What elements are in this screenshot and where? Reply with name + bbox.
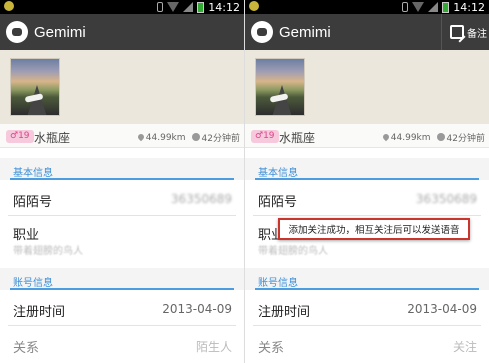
relation-label: 关系 xyxy=(258,341,285,356)
battery-icon xyxy=(197,1,205,13)
bluetooth-icon xyxy=(402,2,409,12)
signal-icon xyxy=(183,2,194,12)
clock-icon xyxy=(436,133,445,141)
app-title: Gemimi xyxy=(34,24,86,41)
toast-text: 添加关注成功，相互关注后可以发送语音 xyxy=(288,225,460,236)
battery-icon xyxy=(442,1,450,13)
section-account-info: 账号信息 xyxy=(0,268,244,290)
section-account-title: 账号信息 xyxy=(13,278,53,289)
row-relation: 关系 陌生人 xyxy=(0,328,244,362)
row-momo-id: 陌陌号 36350689 xyxy=(245,182,489,216)
row-register-time: 注册时间 2013-04-09 xyxy=(245,292,489,326)
app-logo-icon[interactable] xyxy=(6,21,28,43)
distance: 44.99km xyxy=(145,132,186,143)
app-title: Gemimi xyxy=(279,24,331,41)
status-time: 14:12 xyxy=(208,0,240,14)
distance: 44.99km xyxy=(390,132,431,143)
right-screen: 14:12 Gemimi 备注 ♂19 水瓶座 44.99km 42分钟前 基本… xyxy=(245,0,489,363)
row-job: 职业 带着翅膀的鸟人 xyxy=(0,216,244,260)
age-badge: ♂19 xyxy=(6,130,34,143)
job-label: 职业 xyxy=(13,228,40,243)
profile-details: 基本信息 陌陌号 36350689 职业 带着翅膀的鸟人 账号信息 注册时间 2… xyxy=(0,148,244,363)
job-value: 带着翅膀的鸟人 xyxy=(13,246,83,257)
register-time-value: 2013-04-09 xyxy=(407,302,477,316)
profile-photo[interactable] xyxy=(10,58,60,116)
app-bar: Gemimi xyxy=(0,14,244,50)
app-logo-icon[interactable] xyxy=(251,21,273,43)
register-time-value: 2013-04-09 xyxy=(162,302,232,316)
note-edit-icon xyxy=(450,25,464,39)
register-time-label: 注册时间 xyxy=(258,305,311,320)
bluetooth-icon xyxy=(157,2,164,12)
signal-icon xyxy=(428,2,439,12)
section-basic-title: 基本信息 xyxy=(258,168,298,179)
profile-meta: ♂19 水瓶座 44.99km 42分钟前 xyxy=(245,124,489,148)
last-seen: 42分钟前 xyxy=(201,134,240,144)
section-basic-title: 基本信息 xyxy=(13,168,53,179)
momo-id-value: 36350689 xyxy=(170,192,232,206)
note-label: 备注 xyxy=(467,28,487,40)
app-notification-icon xyxy=(4,1,14,11)
section-account-info: 账号信息 xyxy=(245,268,489,290)
photo-area xyxy=(0,50,244,124)
relation-label: 关系 xyxy=(13,341,40,356)
photo-area xyxy=(245,50,489,124)
section-account-title: 账号信息 xyxy=(258,278,298,289)
app-bar: Gemimi 备注 xyxy=(245,14,489,50)
job-value: 带着翅膀的鸟人 xyxy=(258,246,328,257)
last-seen: 42分钟前 xyxy=(446,134,485,144)
profile-meta: ♂19 水瓶座 44.99km 42分钟前 xyxy=(0,124,244,148)
note-button[interactable]: 备注 xyxy=(441,14,489,50)
row-momo-id: 陌陌号 36350689 xyxy=(0,182,244,216)
location-icon xyxy=(136,132,146,141)
status-bar: 14:12 xyxy=(245,0,489,14)
app-notification-icon xyxy=(249,1,259,11)
profile-details: 基本信息 陌陌号 36350689 职业 带着翅膀的鸟人 账号信息 注册时间 2… xyxy=(245,148,489,363)
zodiac-label: 水瓶座 xyxy=(34,131,71,145)
register-time-label: 注册时间 xyxy=(13,305,66,320)
profile-photo[interactable] xyxy=(255,58,305,116)
momo-id-label: 陌陌号 xyxy=(258,195,298,210)
status-bar: 14:12 xyxy=(0,0,244,14)
wifi-icon xyxy=(412,2,425,12)
location-icon xyxy=(381,132,391,141)
zodiac-label: 水瓶座 xyxy=(279,131,316,145)
row-register-time: 注册时间 2013-04-09 xyxy=(0,292,244,326)
age-badge: ♂19 xyxy=(251,130,279,143)
follow-success-toast: 添加关注成功，相互关注后可以发送语音 xyxy=(278,218,470,240)
left-screen: 14:12 Gemimi ♂19 水瓶座 44.99km 42分钟前 基本信息 … xyxy=(0,0,244,363)
status-time: 14:12 xyxy=(453,0,485,14)
relation-value: 陌生人 xyxy=(195,340,232,354)
momo-id-label: 陌陌号 xyxy=(13,195,53,210)
section-basic-info: 基本信息 xyxy=(0,158,244,180)
section-basic-info: 基本信息 xyxy=(245,158,489,180)
wifi-icon xyxy=(167,2,180,12)
relation-value: 关注 xyxy=(452,340,477,354)
row-relation: 关系 关注 xyxy=(245,328,489,362)
momo-id-value: 36350689 xyxy=(415,192,477,206)
clock-icon xyxy=(191,133,200,141)
